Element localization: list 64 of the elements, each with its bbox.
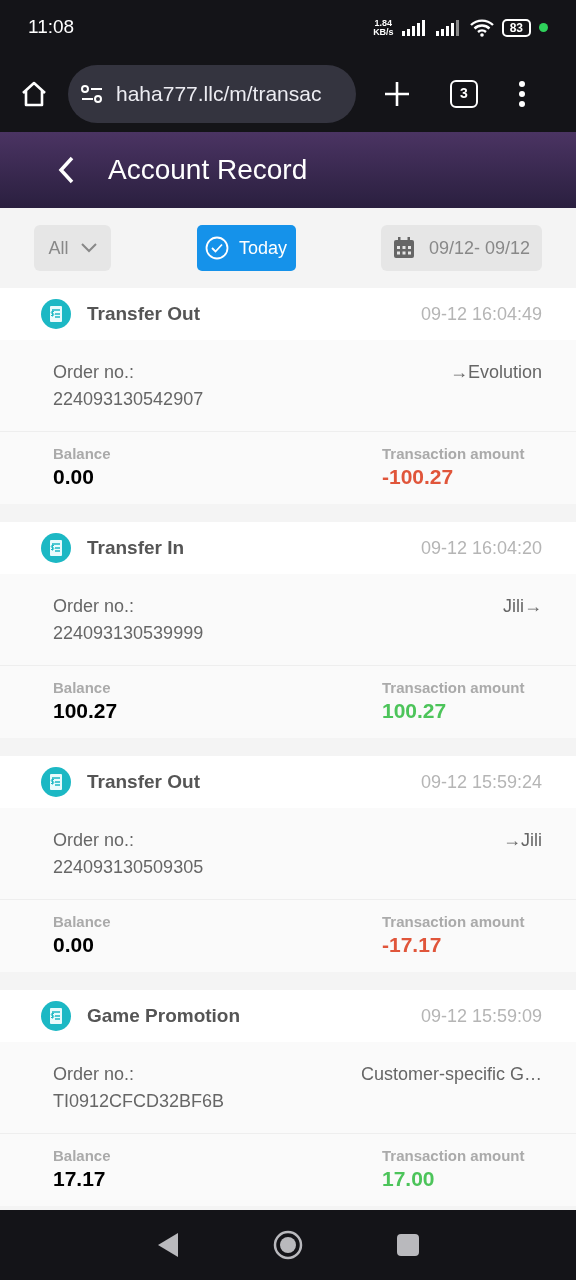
order-number: 224093130539999 (53, 622, 204, 644)
amount-label: Transaction amount (382, 913, 526, 931)
balance-value: 17.17 (53, 1166, 107, 1192)
amount-value: -100.27 (382, 464, 455, 490)
balance-label: Balance (53, 445, 111, 463)
counterparty-text: →Evolution (449, 361, 542, 384)
home-icon[interactable] (20, 79, 48, 108)
battery-indicator: 83 (501, 18, 531, 37)
type-dropdown[interactable]: All (34, 225, 111, 271)
url-text: haha777.llc/m/transac (116, 80, 322, 107)
balance-label: Balance (53, 1147, 111, 1165)
order-number: TI0912CFCD32BF6B (53, 1090, 225, 1112)
signal-icon (401, 19, 428, 36)
record-time: 09-12 15:59:09 (420, 1004, 542, 1028)
balance-value: 0.00 (53, 464, 95, 490)
counterparty-text: →Jili (503, 829, 542, 852)
address-bar[interactable]: haha777.llc/m/transac (68, 64, 356, 123)
site-settings-icon[interactable] (80, 83, 104, 104)
record-title: Transfer In (87, 535, 185, 560)
record-time: 09-12 15:59:24 (420, 770, 542, 794)
calendar-icon (392, 237, 415, 259)
amount-label: Transaction amount (382, 445, 526, 463)
clock-time: 11:08 (28, 15, 75, 40)
balance-label: Balance (53, 679, 112, 697)
page-title: Account Record (108, 153, 308, 187)
check-circle-icon (204, 236, 229, 260)
order-label: Order no.: (53, 595, 136, 617)
plus-icon[interactable] (384, 80, 410, 107)
signal-icon (435, 19, 462, 36)
balance-value: 0.00 (53, 932, 95, 958)
back-nav-icon[interactable] (157, 1232, 179, 1258)
receipt-icon (40, 298, 72, 330)
amount-value: 100.27 (382, 698, 448, 724)
home-nav-icon[interactable] (273, 1230, 303, 1260)
receipt-icon (40, 1000, 72, 1032)
back-icon[interactable] (56, 155, 76, 185)
order-label: Order no.: (53, 1063, 136, 1085)
today-button[interactable]: Today (196, 225, 296, 271)
chevron-down-icon (80, 243, 97, 253)
amount-label: Transaction amount (382, 679, 526, 697)
record-title: Transfer Out (87, 301, 200, 326)
balance-label: Balance (53, 913, 111, 931)
record-time: 09-12 16:04:49 (420, 302, 542, 326)
amount-label: Transaction amount (382, 1147, 526, 1165)
wifi-icon (469, 18, 494, 37)
order-number: 224093130542907 (53, 388, 204, 410)
record-time: 09-12 16:04:20 (420, 536, 542, 560)
network-speed: 1.84 KB/s (373, 18, 394, 37)
record-title: Game Promotion (87, 1003, 241, 1028)
date-range-button[interactable]: 09/12- 09/12 (381, 225, 542, 271)
more-icon[interactable] (518, 80, 526, 107)
amount-value: -17.17 (382, 932, 443, 958)
order-label: Order no.: (53, 829, 136, 851)
amount-value: 17.00 (382, 1166, 436, 1192)
record-title: Transfer Out (87, 769, 200, 794)
recents-nav-icon[interactable] (397, 1234, 419, 1256)
counterparty-text: Customer-specific G… (360, 1063, 542, 1086)
order-number: 224093130509305 (53, 856, 204, 878)
balance-value: 100.27 (53, 698, 118, 724)
order-label: Order no.: (53, 361, 136, 383)
tab-count-button[interactable]: 3 (450, 79, 478, 108)
counterparty-text: Jili→ (503, 595, 542, 618)
receipt-icon (40, 766, 72, 798)
receipt-icon (40, 532, 72, 564)
